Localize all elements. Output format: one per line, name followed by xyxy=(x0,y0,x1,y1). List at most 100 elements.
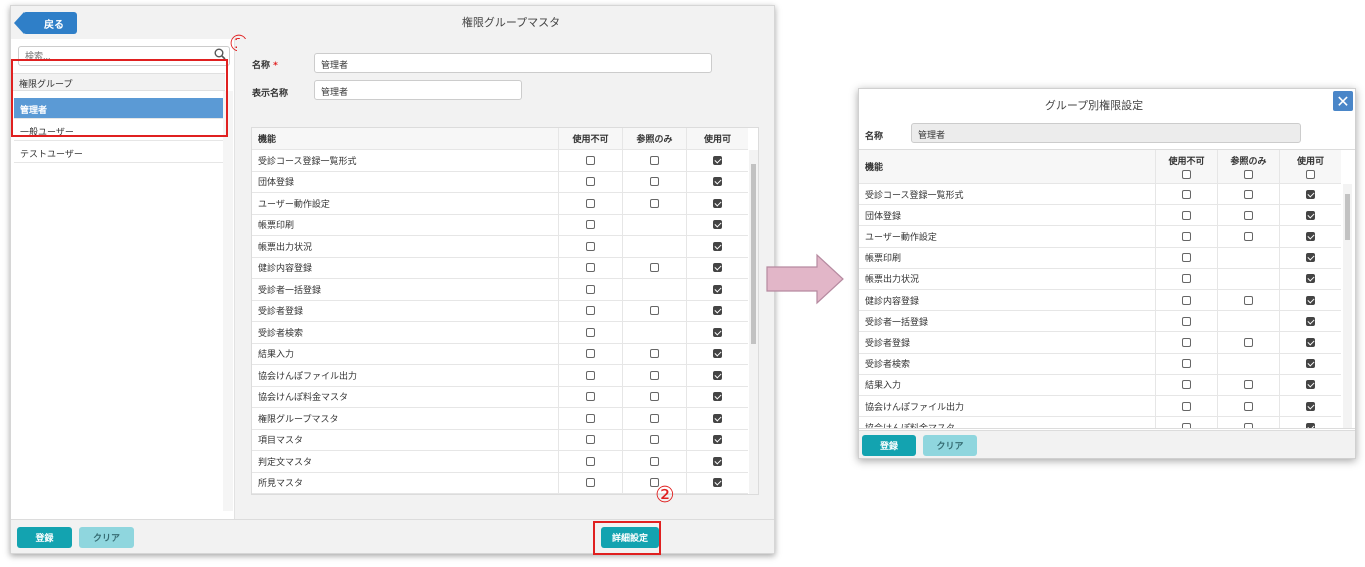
main-table-permission-checkbox[interactable] xyxy=(713,327,722,337)
main-table-permission-checkbox[interactable] xyxy=(713,478,722,488)
dialog-table-permission-checkbox[interactable] xyxy=(1306,422,1315,428)
dialog-table-permission-checkbox[interactable] xyxy=(1244,210,1253,220)
main-table-permission-checkbox[interactable] xyxy=(650,349,659,359)
main-table-permission-checkbox[interactable] xyxy=(650,392,659,402)
main-table-permission-checkbox[interactable] xyxy=(586,241,595,251)
main-table-permission-checkbox[interactable] xyxy=(713,435,722,445)
clear-button[interactable]: クリア xyxy=(79,527,134,548)
dialog-table-permission-checkbox[interactable] xyxy=(1182,316,1191,326)
main-table-permission-checkbox[interactable] xyxy=(713,456,722,466)
dialog-table-permission-checkbox[interactable] xyxy=(1306,316,1315,326)
main-table-scrollbar[interactable] xyxy=(749,150,758,494)
main-table-permission-checkbox[interactable] xyxy=(713,220,722,230)
dialog-table-scrollbar-thumb[interactable] xyxy=(1345,194,1350,240)
main-table-permission-cell xyxy=(558,279,622,300)
dialog-table-permission-checkbox[interactable] xyxy=(1182,359,1191,369)
main-table-feature-name: 帳票出力状況 xyxy=(258,242,313,253)
dialog-table-select-all-checkbox[interactable] xyxy=(1306,170,1315,179)
dialog-table-permission-checkbox[interactable] xyxy=(1306,359,1315,369)
dialog-register-button[interactable]: 登録 xyxy=(862,435,916,456)
main-table-header-label: 機能 xyxy=(258,135,277,145)
main-table-permission-checkbox[interactable] xyxy=(713,177,722,187)
dialog-table-permission-checkbox[interactable] xyxy=(1244,295,1253,305)
main-table-permission-checkbox[interactable] xyxy=(713,241,722,251)
name-field[interactable]: 管理者 xyxy=(314,53,712,73)
main-table-permission-checkbox[interactable] xyxy=(650,263,659,273)
dialog-table-permission-checkbox[interactable] xyxy=(1244,380,1253,390)
dialog-table-scrollbar[interactable] xyxy=(1343,184,1352,428)
main-table-permission-checkbox[interactable] xyxy=(586,306,595,316)
main-table-permission-checkbox[interactable] xyxy=(713,155,722,165)
main-table-permission-checkbox[interactable] xyxy=(586,327,595,337)
main-table-scrollbar-thumb[interactable] xyxy=(751,164,756,344)
main-table-permission-checkbox[interactable] xyxy=(586,198,595,208)
dialog-table-permission-checkbox[interactable] xyxy=(1182,422,1191,428)
main-table-permission-checkbox[interactable] xyxy=(713,198,722,208)
main-table-permission-checkbox[interactable] xyxy=(650,177,659,187)
dialog-table-permission-checkbox[interactable] xyxy=(1306,295,1315,305)
main-table-permission-checkbox[interactable] xyxy=(713,413,722,423)
main-table-permission-checkbox[interactable] xyxy=(586,370,595,380)
main-window: 戻る 権限グループマスタ 権限グループ 管理者 一般ユーザー テストユーザー ①… xyxy=(10,5,775,554)
dialog-table-permission-checkbox[interactable] xyxy=(1306,210,1315,220)
main-table-permission-cell xyxy=(622,257,686,278)
main-table-permission-checkbox[interactable] xyxy=(713,349,722,359)
main-table-permission-checkbox[interactable] xyxy=(586,349,595,359)
dialog-table-permission-checkbox[interactable] xyxy=(1244,422,1253,428)
back-button[interactable]: 戻る xyxy=(14,12,77,34)
main-table-permission-checkbox[interactable] xyxy=(586,478,595,488)
dialog-table-permission-checkbox[interactable] xyxy=(1244,189,1253,199)
group-item-test-user[interactable]: テストユーザー xyxy=(14,142,223,163)
dialog-table-permission-checkbox[interactable] xyxy=(1244,401,1253,411)
dialog-table-select-all-checkbox[interactable] xyxy=(1182,170,1191,179)
main-table-permission-checkbox[interactable] xyxy=(650,370,659,380)
main-table-permission-checkbox[interactable] xyxy=(650,413,659,423)
main-table-permission-checkbox[interactable] xyxy=(586,155,595,165)
main-table-permission-checkbox[interactable] xyxy=(650,198,659,208)
dialog-clear-button[interactable]: クリア xyxy=(923,435,977,456)
main-table-permission-checkbox[interactable] xyxy=(650,155,659,165)
register-button[interactable]: 登録 xyxy=(17,527,72,548)
dialog-table-permission-checkbox[interactable] xyxy=(1182,210,1191,220)
main-table-permission-checkbox[interactable] xyxy=(650,456,659,466)
dialog-table-permission-checkbox[interactable] xyxy=(1306,231,1315,241)
main-table-permission-checkbox[interactable] xyxy=(713,306,722,316)
main-table-permission-checkbox[interactable] xyxy=(586,177,595,187)
dialog-table-permission-checkbox[interactable] xyxy=(1244,337,1253,347)
main-table-permission-checkbox[interactable] xyxy=(586,435,595,445)
dialog-table-permission-checkbox[interactable] xyxy=(1306,401,1315,411)
dialog-table-permission-checkbox[interactable] xyxy=(1182,337,1191,347)
main-table-permission-checkbox[interactable] xyxy=(713,370,722,380)
dialog-table-permission-checkbox[interactable] xyxy=(1306,189,1315,199)
main-table-permission-checkbox[interactable] xyxy=(586,284,595,294)
dialog-table-permission-checkbox[interactable] xyxy=(1182,231,1191,241)
main-table-permission-checkbox[interactable] xyxy=(586,456,595,466)
main-table-permission-checkbox[interactable] xyxy=(713,284,722,294)
main-table-permission-checkbox[interactable] xyxy=(713,392,722,402)
display-name-field[interactable]: 管理者 xyxy=(314,80,522,100)
main-table-permission-cell xyxy=(686,386,748,407)
dialog-table-permission-checkbox[interactable] xyxy=(1182,380,1191,390)
group-list-scrollbar[interactable] xyxy=(223,91,233,511)
main-table-permission-checkbox[interactable] xyxy=(586,263,595,273)
main-table-permission-checkbox[interactable] xyxy=(650,435,659,445)
dialog-table-permission-checkbox[interactable] xyxy=(1306,337,1315,347)
main-table-permission-checkbox[interactable] xyxy=(650,306,659,316)
main-table-permission-checkbox[interactable] xyxy=(586,413,595,423)
dialog-table-permission-checkbox[interactable] xyxy=(1306,253,1315,263)
dialog-table-permission-checkbox[interactable] xyxy=(1182,274,1191,284)
dialog-table-permission-checkbox[interactable] xyxy=(1182,295,1191,305)
dialog-table-permission-checkbox[interactable] xyxy=(1182,401,1191,411)
dialog-table-select-all-checkbox[interactable] xyxy=(1244,170,1253,179)
dialog-table-permission-checkbox[interactable] xyxy=(1182,253,1191,263)
dialog-table-permission-checkbox[interactable] xyxy=(1306,274,1315,284)
dialog-table-feature-name: 受診者登録 xyxy=(865,338,911,349)
dialog-table-permission-cell xyxy=(1217,396,1279,417)
dialog-table-permission-checkbox[interactable] xyxy=(1182,189,1191,199)
main-table-permission-checkbox[interactable] xyxy=(586,220,595,230)
main-table-permission-checkbox[interactable] xyxy=(586,392,595,402)
dialog-table-permission-checkbox[interactable] xyxy=(1306,380,1315,390)
dialog-table-permission-checkbox[interactable] xyxy=(1244,231,1253,241)
main-table-permission-checkbox[interactable] xyxy=(713,263,722,273)
close-icon[interactable]: ✕ xyxy=(1333,91,1353,111)
